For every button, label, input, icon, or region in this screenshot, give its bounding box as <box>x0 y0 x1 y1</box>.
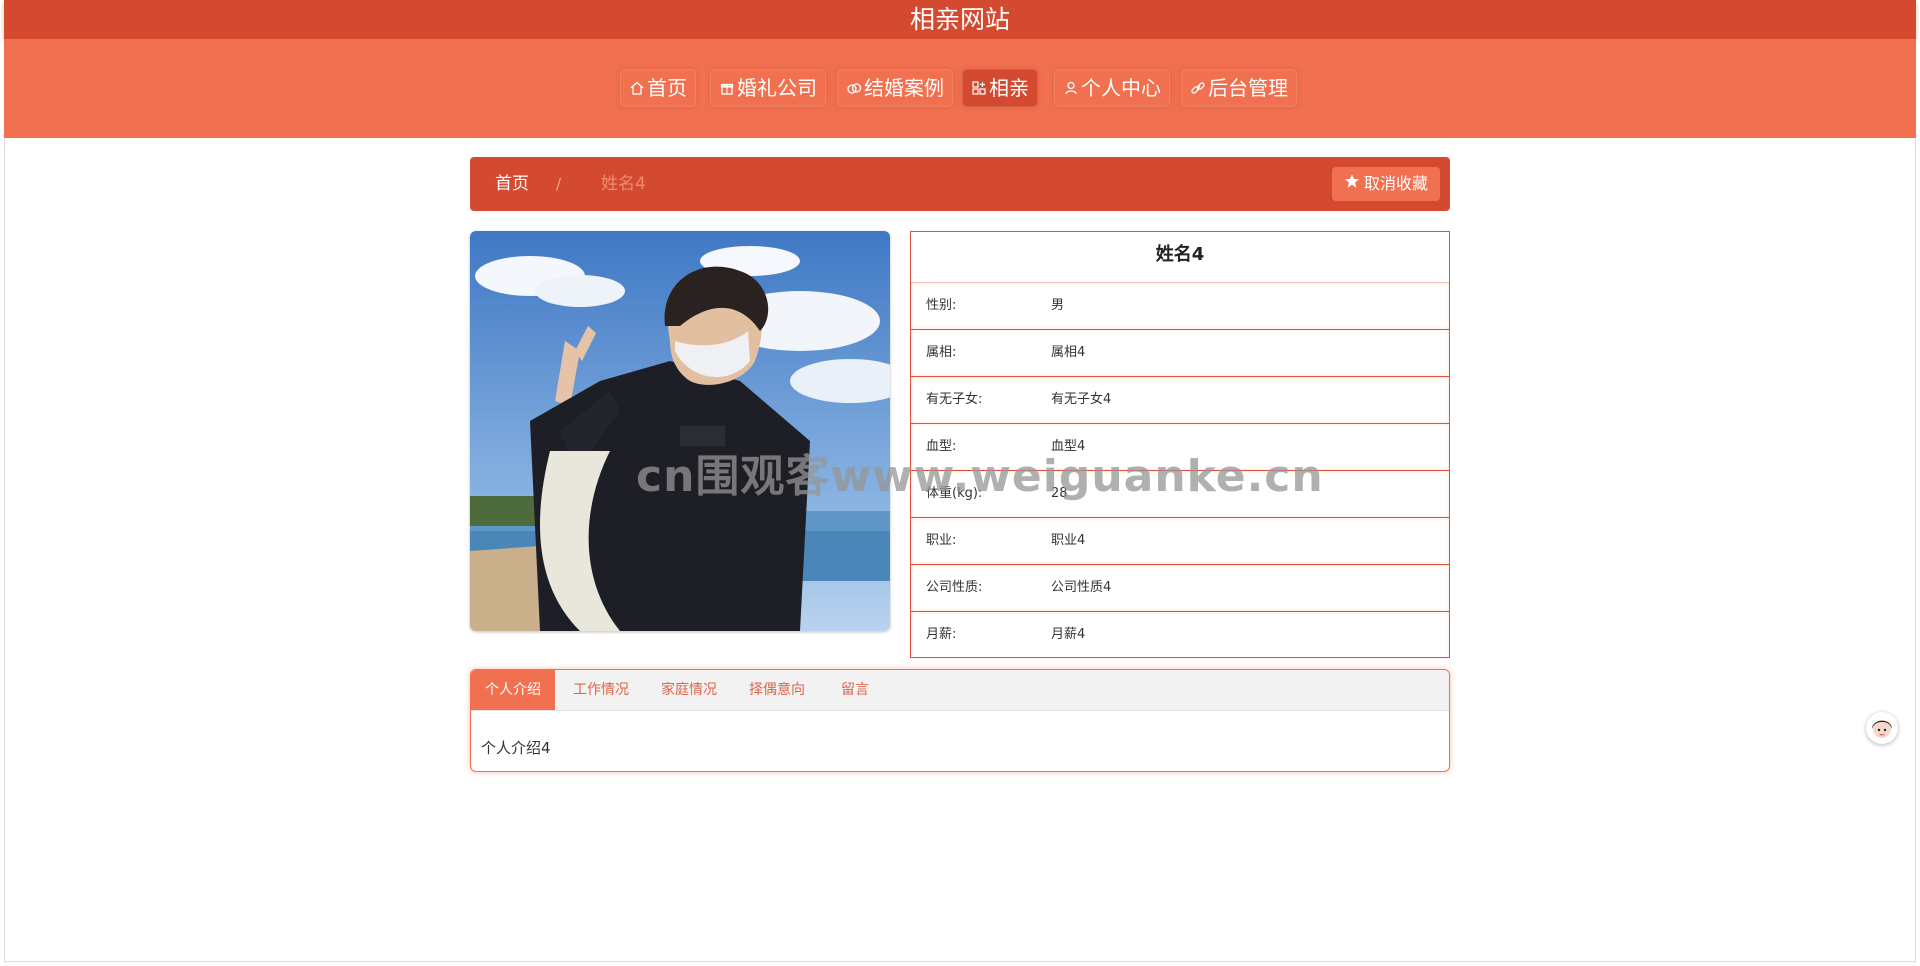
info-label: 有无子女: <box>926 392 983 407</box>
info-row-children: 有无子女: 有无子女4 <box>911 377 1449 424</box>
cancel-favorite-button[interactable]: 取消收藏 <box>1331 167 1440 201</box>
nav-admin[interactable]: 后台管理 <box>1181 69 1297 107</box>
info-label: 属相: <box>926 345 957 360</box>
info-row-company-type: 公司性质: 公司性质4 <box>911 565 1449 612</box>
user-icon <box>1063 80 1079 96</box>
breadcrumb: 首页 / 姓名4 取消收藏 <box>470 157 1450 211</box>
nav-home-label: 首页 <box>647 76 687 100</box>
info-label: 性别: <box>926 298 957 313</box>
nav-wedding-cases-label: 结婚案例 <box>864 76 944 100</box>
tab-family[interactable]: 家庭情况 <box>661 670 717 710</box>
tab-messages[interactable]: 留言 <box>841 670 869 710</box>
info-value: 男 <box>1051 298 1065 313</box>
info-label: 月薪: <box>926 627 957 642</box>
tab-partner-preference[interactable]: 择偶意向 <box>749 670 805 710</box>
detail-tabs: 个人介绍 工作情况 家庭情况 择偶意向 留言 个人介绍4 <box>470 669 1450 772</box>
breadcrumb-separator: / <box>556 175 562 193</box>
info-value: 属相4 <box>1051 345 1086 360</box>
tab-content: 个人介绍4 <box>481 739 551 757</box>
profile-name: 姓名4 <box>911 232 1449 283</box>
cancel-favorite-label: 取消收藏 <box>1363 174 1428 193</box>
avatar-icon <box>1872 720 1892 738</box>
link-icon <box>1190 80 1206 96</box>
info-value: 职业4 <box>1051 533 1086 548</box>
tab-work[interactable]: 工作情况 <box>573 670 629 710</box>
profile-photo <box>470 231 890 631</box>
apps-icon <box>971 80 987 96</box>
nav-personal-center[interactable]: 个人中心 <box>1054 69 1170 107</box>
gift-icon <box>719 80 735 96</box>
info-label: 职业: <box>926 533 957 548</box>
nav-wedding-cases[interactable]: 结婚案例 <box>837 69 953 107</box>
home-icon <box>629 80 645 96</box>
nav-wedding-company-label: 婚礼公司 <box>737 76 817 100</box>
nav-matchmaking-label: 相亲 <box>989 76 1029 100</box>
site-title: 相亲网站 <box>4 0 1916 39</box>
info-row-occupation: 职业: 职业4 <box>911 518 1449 565</box>
nav-home[interactable]: 首页 <box>620 69 696 107</box>
navbar <box>4 39 1916 138</box>
info-row-salary: 月薪: 月薪4 <box>911 612 1449 659</box>
nav-matchmaking[interactable]: 相亲 <box>962 69 1038 107</box>
info-value: 公司性质4 <box>1051 580 1112 595</box>
floating-avatar[interactable] <box>1866 712 1898 744</box>
star-icon <box>1344 167 1360 201</box>
info-value: 有无子女4 <box>1051 392 1112 407</box>
breadcrumb-home[interactable]: 首页 <box>495 157 529 211</box>
info-label: 公司性质: <box>926 580 983 595</box>
tab-bar: 个人介绍 工作情况 家庭情况 择偶意向 留言 <box>471 670 1449 711</box>
info-row-zodiac: 属相: 属相4 <box>911 330 1449 377</box>
watermark: cn围观客www.weiguanke.cn <box>636 451 1324 502</box>
breadcrumb-current: 姓名4 <box>601 174 646 194</box>
info-row-gender: 性别: 男 <box>911 283 1449 330</box>
tab-self-intro[interactable]: 个人介绍 <box>471 670 555 710</box>
nav-personal-center-label: 个人中心 <box>1081 76 1161 100</box>
rings-icon <box>846 80 862 96</box>
nav-wedding-company[interactable]: 婚礼公司 <box>710 69 826 107</box>
nav-admin-label: 后台管理 <box>1208 76 1288 100</box>
info-value: 月薪4 <box>1051 627 1086 642</box>
